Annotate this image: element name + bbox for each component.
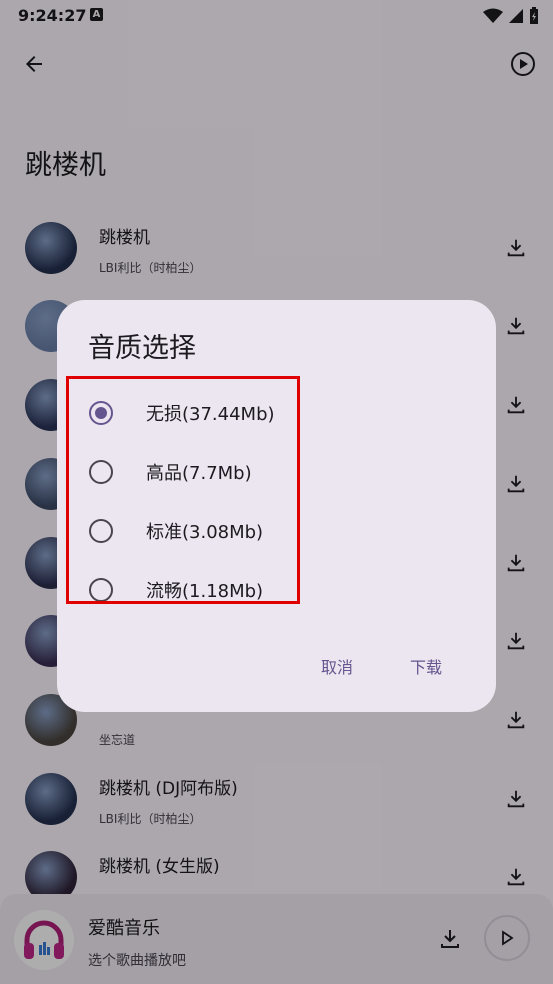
download-button[interactable]: 下载 (410, 654, 442, 678)
quality-dialog: 音质选择 无损(37.44Mb) 高品(7.7Mb) 标准(3.08Mb) 流畅… (57, 300, 496, 712)
dialog-title: 音质选择 (88, 333, 196, 364)
cancel-button[interactable]: 取消 (321, 654, 353, 678)
highlight-box (66, 376, 300, 604)
